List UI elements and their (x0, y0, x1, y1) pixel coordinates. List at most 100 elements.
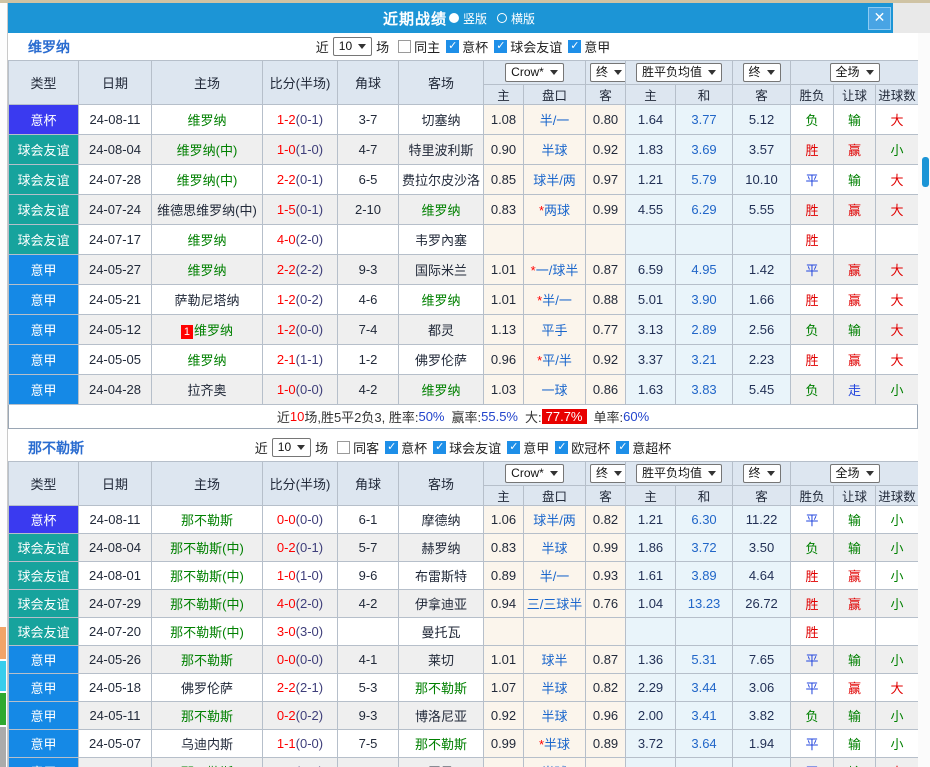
league-label: 意超杯 (632, 441, 672, 456)
home-team-cell: 维罗纳 (151, 254, 263, 285)
goals-cell: 大 (875, 344, 920, 375)
avg-draw-cell: 5.31 (675, 645, 734, 674)
handicap-result-cell: 输 (833, 533, 877, 562)
avg-home-cell: 1.04 (625, 589, 677, 618)
score-cell: 0-0(0-0) (262, 645, 338, 674)
avg-away-cell: 3.82 (732, 757, 792, 767)
match-count-select[interactable]: 10 (332, 37, 373, 56)
final-odds-select[interactable]: 终 (590, 63, 625, 82)
summary-record: 场,胜5平2负3, 胜率: (304, 410, 419, 425)
odds-away-cell: 0.87 (585, 254, 627, 285)
avg-away-cell: 3.06 (732, 673, 792, 702)
final-odds-select[interactable]: 终 (590, 464, 625, 483)
match-type-badge: 意甲 (8, 344, 79, 375)
league-checkbox[interactable] (616, 440, 630, 454)
goals-cell: 大 (875, 104, 920, 135)
match-count-select[interactable]: 10 (271, 438, 312, 457)
close-button[interactable]: ✕ (868, 7, 891, 30)
match-type-badge: 球会友谊 (8, 134, 79, 165)
avg-final-select[interactable]: 终 (742, 464, 781, 483)
avg-source-select[interactable]: 胜平负均值 (636, 464, 723, 483)
sub-header-handicap: 盘口 (522, 84, 587, 105)
team-name: 维罗纳 (28, 38, 70, 55)
layout-horizontal-radio[interactable] (497, 13, 507, 23)
same-venue-checkbox[interactable] (337, 441, 351, 454)
sub-header-avg-away: 客 (732, 485, 792, 506)
handicap-result-cell: 输 (833, 729, 877, 758)
sub-header-goals: 进球数 (875, 485, 920, 506)
league-checkbox[interactable] (555, 440, 569, 454)
avg-final-select[interactable]: 终 (742, 63, 781, 82)
match-row: 球会友谊 24-08-04 维罗纳(中) 1-0(1-0) 4-7 特里波利斯 0.90 半球… (8, 134, 920, 165)
league-checkbox[interactable] (507, 440, 521, 454)
sub-header-handicap-result: 让球 (833, 84, 877, 105)
layout-vertical-label[interactable]: 竖版 (463, 10, 487, 27)
scrollbar-thumb[interactable] (922, 157, 929, 187)
avg-draw-cell: 3.83 (675, 374, 734, 405)
avg-source-select[interactable]: 胜平负均值 (636, 63, 723, 82)
result-cell: 平 (790, 757, 835, 767)
corner-cell: 1-2 (337, 344, 399, 375)
avg-home-cell: 1.83 (625, 134, 677, 165)
goals-cell: 小 (875, 701, 920, 730)
final-odds-header: 终 (585, 461, 627, 486)
avg-home-cell: 1.94 (625, 757, 677, 767)
chevron-down-icon (766, 70, 775, 75)
handicap-result-cell: 输 (833, 314, 877, 345)
corner-cell: 2-10 (337, 194, 399, 225)
corner-cell: 9-3 (337, 254, 399, 285)
handicap-result-cell: 走 (833, 374, 877, 405)
chevron-down-icon (358, 44, 367, 49)
corner-cell: 5-3 (337, 673, 399, 702)
away-team-cell: 费拉尔皮沙洛 (398, 164, 484, 195)
score-cell: 1-0(1-0) (262, 561, 338, 590)
col-header-date: 日期 (78, 60, 152, 105)
home-team-cell: 萨勒尼塔纳 (151, 284, 263, 315)
score-cell: 2-2(0-1) (262, 164, 338, 195)
league-checkbox[interactable] (568, 39, 582, 53)
scope-select[interactable]: 全场 (829, 63, 880, 82)
league-checkbox[interactable] (433, 440, 447, 454)
same-venue-checkbox[interactable] (398, 40, 412, 53)
avg-home-cell: 1.64 (625, 104, 677, 135)
league-checkbox[interactable] (446, 39, 460, 53)
recent-results-popup: 近期战绩 竖版 横版 ✕ 维罗纳 近 10 场 同主 ✓ 意杯 ✓ 球会友谊 ✓… (0, 0, 930, 767)
score-cell: 0-2(0-2) (262, 701, 338, 730)
scope-select[interactable]: 全场 (829, 464, 880, 483)
league-checkbox[interactable] (385, 440, 399, 454)
match-row: 球会友谊 24-07-20 那不勒斯(中) 3-0(3-0) 曼托瓦 胜 (8, 617, 920, 646)
avg-final-header: 终 (732, 60, 792, 85)
corner-cell: 5-7 (337, 533, 399, 562)
avg-away-cell (732, 617, 792, 646)
odds-source-select[interactable]: Crow* (505, 464, 564, 483)
handicap-result-cell: 赢 (833, 589, 877, 618)
odds-home-cell: 0.83 (483, 194, 524, 225)
date-cell: 24-05-21 (78, 284, 152, 315)
league-label: 意杯 (401, 441, 428, 456)
odds-home-cell: 1.01 (483, 645, 524, 674)
away-team-cell: 布雷斯特 (398, 561, 484, 590)
col-header-type: 类型 (8, 461, 79, 506)
date-cell: 24-05-18 (78, 673, 152, 702)
away-team-cell: 伊拿迪亚 (398, 589, 484, 618)
date-cell: 24-05-05 (78, 344, 152, 375)
sub-header-home-odds: 主 (483, 485, 524, 506)
layout-horizontal-label[interactable]: 横版 (511, 10, 535, 27)
match-type-badge: 球会友谊 (8, 561, 79, 590)
summary-single-rate: 60% (623, 409, 650, 424)
match-row: 意甲 24-05-27 维罗纳 2-2(2-2) 9-3 国际米兰 1.01 *一/球半 0.8… (8, 254, 920, 285)
handicap-result-cell: 输 (833, 505, 877, 534)
odds-away-cell: 0.99 (585, 533, 627, 562)
avg-away-cell: 26.72 (732, 589, 792, 618)
match-row: 意甲 24-05-07 乌迪内斯 1-1(0-0) 7-5 那不勒斯 0.99 *半球 0.89… (8, 729, 920, 758)
score-cell: 1-1(0-0) (262, 729, 338, 758)
date-cell: 24-08-04 (78, 134, 152, 165)
match-row: 球会友谊 24-07-29 那不勒斯(中) 4-0(2-0) 4-2 伊拿迪亚 0.94 三/… (8, 589, 920, 618)
league-filter: 意甲 (501, 438, 549, 457)
layout-vertical-radio[interactable] (448, 13, 459, 23)
score-cell: 1-2(0-1) (262, 104, 338, 135)
league-label: 球会友谊 (510, 40, 563, 55)
odds-source-select[interactable]: Crow* (505, 63, 564, 82)
avg-draw-cell: 2.89 (675, 314, 734, 345)
league-checkbox[interactable] (494, 39, 508, 53)
